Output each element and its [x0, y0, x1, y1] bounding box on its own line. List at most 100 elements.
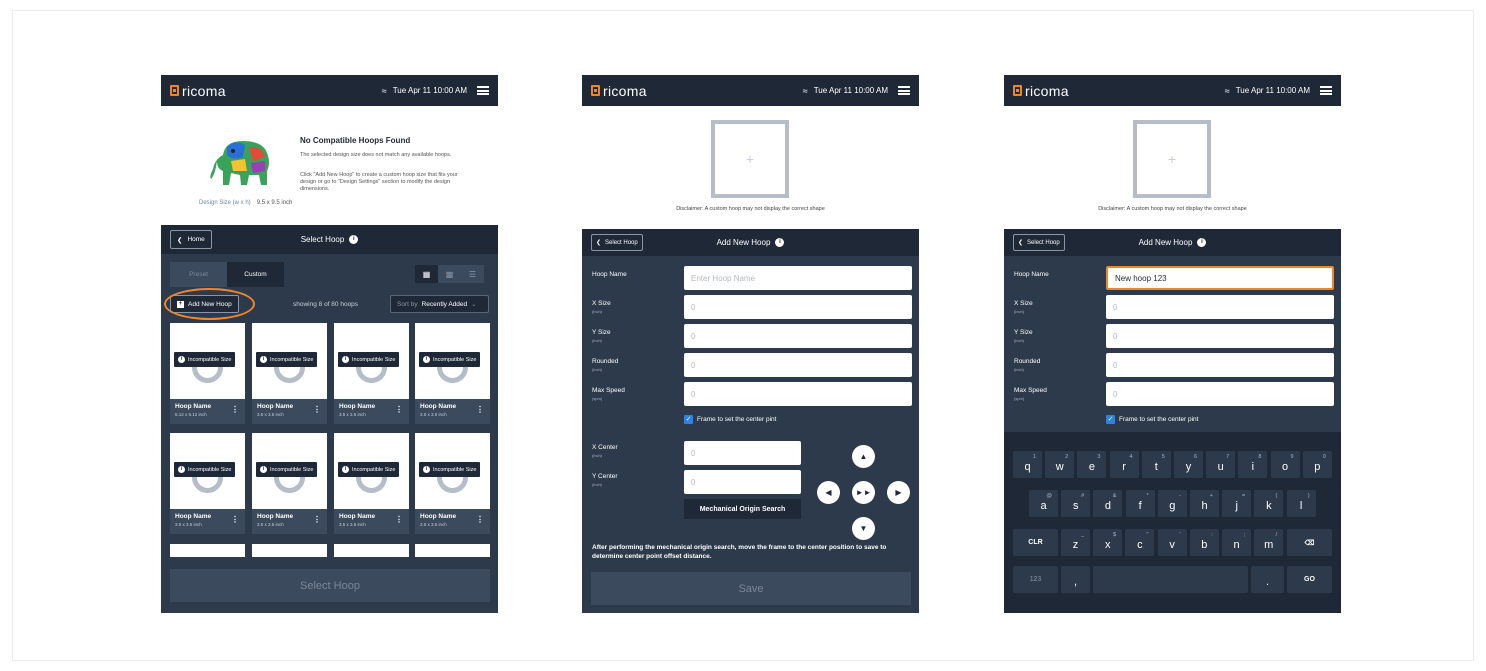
no-hoops-text-1: The selected design size does not match …	[300, 152, 452, 158]
checkbox-label: Frame to set the center pint	[697, 416, 777, 423]
hoop-card[interactable]: i Incompatible Size Hoop Name 3.5 x 3.5 inc…	[334, 323, 409, 424]
center-point-checkbox[interactable]: ✓ Frame to set the center pint	[684, 415, 776, 424]
key-b[interactable]: b:	[1189, 529, 1219, 556]
select-hoop-button[interactable]: Select Hoop	[170, 569, 490, 602]
field-input-rounded[interactable]: 0	[1106, 353, 1334, 377]
key-l[interactable]: l)	[1286, 490, 1316, 517]
key-c[interactable]: c "	[1125, 529, 1155, 556]
highlight-circle	[164, 288, 255, 320]
info-icon: i	[260, 356, 267, 363]
field-input-hoop-name[interactable]: Enter Hoop Name	[684, 266, 912, 290]
hoop-card-footer: Hoop Name 3.5 x 3.5 inch ⋮	[334, 399, 409, 424]
info-icon[interactable]: i	[349, 235, 359, 244]
key-k[interactable]: k(	[1254, 490, 1284, 517]
key-m[interactable]: m /	[1254, 529, 1284, 556]
tab-preset[interactable]: Preset	[170, 262, 227, 287]
chevron-down-icon: ⌄	[471, 301, 477, 308]
field-input-max-speed[interactable]: 0	[684, 382, 912, 406]
clear-key[interactable]: CLR	[1013, 529, 1058, 556]
sort-dropdown[interactable]: Sort by Recently Added ⌄	[390, 295, 489, 313]
save-button[interactable]: Save	[591, 572, 911, 605]
back-button[interactable]: ❮ Select Hoop	[1013, 234, 1065, 251]
more-icon[interactable]: ⋮	[476, 406, 484, 414]
key-z[interactable]: z _	[1061, 529, 1090, 556]
y-center-input[interactable]: 0	[684, 470, 801, 494]
arrow-right-icon[interactable]: ▶	[887, 481, 910, 504]
badge-label: Incompatible Size	[352, 466, 396, 473]
key-n[interactable]: n;	[1222, 529, 1251, 556]
hoop-card[interactable]: i Incompatible Size Hoop Name 3.5 x 3.5 inc…	[252, 433, 327, 534]
more-icon[interactable]: ⋮	[313, 406, 321, 414]
key-v[interactable]: v '	[1157, 529, 1187, 556]
hoop-card[interactable]: i Incompatible Size Hoop Name 5.12 x 5.12 i…	[170, 323, 245, 424]
more-icon[interactable]: ⋮	[395, 406, 403, 414]
x-center-input[interactable]: 0	[684, 441, 801, 465]
key-t[interactable]: t5	[1141, 451, 1171, 478]
hoop-card[interactable]: i Incompatible Size Hoop Name 3.5 x 3.5 inc…	[415, 323, 490, 424]
key-r[interactable]: r4	[1109, 451, 1139, 478]
info-icon[interactable]: i	[1197, 238, 1207, 247]
key-s[interactable]: s #	[1061, 490, 1091, 517]
comma-key[interactable]: ,	[1061, 566, 1090, 593]
more-icon[interactable]: ⋮	[476, 516, 484, 524]
key-p[interactable]: p0	[1302, 451, 1332, 478]
more-icon[interactable]: ⋮	[395, 516, 403, 524]
field-input-x-size[interactable]: 0	[1106, 295, 1334, 319]
field-input-x-size[interactable]: 0	[684, 295, 912, 319]
key-q[interactable]: q1	[1013, 451, 1042, 478]
hoop-image: i Incompatible Size	[170, 433, 245, 509]
more-icon[interactable]: ⋮	[231, 406, 239, 414]
key-j[interactable]: j =	[1222, 490, 1252, 517]
hoop-card[interactable]: i Incompatible Size Hoop Name 3.5 x 3.5 inc…	[170, 433, 245, 534]
ricoma-logo: ricoma	[591, 83, 647, 99]
backspace-key[interactable]: ⌫	[1287, 529, 1332, 556]
key-d[interactable]: d &	[1093, 490, 1123, 517]
back-button[interactable]: ❮ Select Hoop	[591, 234, 643, 251]
hoop-card[interactable]: i Incompatible Size Hoop Name 3.5 x 3.5 inc…	[415, 433, 490, 534]
checkbox-label: Frame to set the center pint	[1119, 416, 1199, 423]
menu-icon[interactable]	[1320, 86, 1332, 95]
key-u[interactable]: u7	[1206, 451, 1236, 478]
numbers-key[interactable]: 123	[1013, 566, 1058, 593]
arrow-down-icon[interactable]: ▼	[852, 517, 875, 540]
menu-icon[interactable]	[898, 86, 910, 95]
mechanical-origin-search-button[interactable]: Mechanical Origin Search	[684, 499, 801, 519]
key-g[interactable]: g-	[1157, 490, 1187, 517]
home-button[interactable]: ❮ Home	[170, 230, 212, 249]
incompatible-badge: i Incompatible Size	[338, 352, 400, 367]
grid-small-icon[interactable]: ▩	[438, 265, 461, 283]
key-f[interactable]: f *	[1125, 490, 1155, 517]
period-key[interactable]: .	[1251, 566, 1284, 593]
field-input-rounded[interactable]: 0	[684, 353, 912, 377]
field-input-max-speed[interactable]: 0	[1106, 382, 1334, 406]
key-i[interactable]: i8	[1238, 451, 1268, 478]
more-icon[interactable]: ⋮	[313, 516, 321, 524]
field-label: Y Size (inch)	[1014, 329, 1033, 343]
field-input-y-size[interactable]: 0	[684, 324, 912, 348]
arrow-up-icon[interactable]: ▲	[852, 445, 875, 468]
center-point-checkbox[interactable]: ✓ Frame to set the center pint	[1106, 415, 1198, 424]
info-icon[interactable]: i	[775, 238, 785, 247]
key-a[interactable]: a @	[1029, 490, 1058, 517]
space-key[interactable]	[1093, 566, 1248, 593]
go-key[interactable]: GO	[1287, 566, 1332, 593]
key-h[interactable]: h +	[1190, 490, 1219, 517]
key-w[interactable]: w2	[1045, 451, 1075, 478]
badge-label: Incompatible Size	[188, 356, 232, 363]
tab-custom[interactable]: Custom	[227, 262, 284, 287]
menu-icon[interactable]	[477, 86, 489, 95]
wifi-icon: ≈	[1224, 85, 1230, 96]
hoop-card[interactable]: i Incompatible Size Hoop Name 3.5 x 3.5 inc…	[334, 433, 409, 534]
key-x[interactable]: x $	[1093, 529, 1123, 556]
hoop-card[interactable]: i Incompatible Size Hoop Name 3.5 x 3.5 inc…	[252, 323, 327, 424]
key-y[interactable]: y6	[1174, 451, 1203, 478]
key-o[interactable]: o9	[1270, 451, 1300, 478]
more-icon[interactable]: ⋮	[231, 516, 239, 524]
fast-forward-icon[interactable]: ►►	[852, 481, 875, 504]
key-e[interactable]: e3	[1077, 451, 1107, 478]
list-icon[interactable]: ☰	[461, 265, 484, 283]
arrow-left-icon[interactable]: ◀	[817, 481, 840, 504]
field-input-hoop-name[interactable]: New hoop 123	[1106, 266, 1334, 290]
grid-large-icon[interactable]: ▦	[415, 265, 438, 283]
field-input-y-size[interactable]: 0	[1106, 324, 1334, 348]
